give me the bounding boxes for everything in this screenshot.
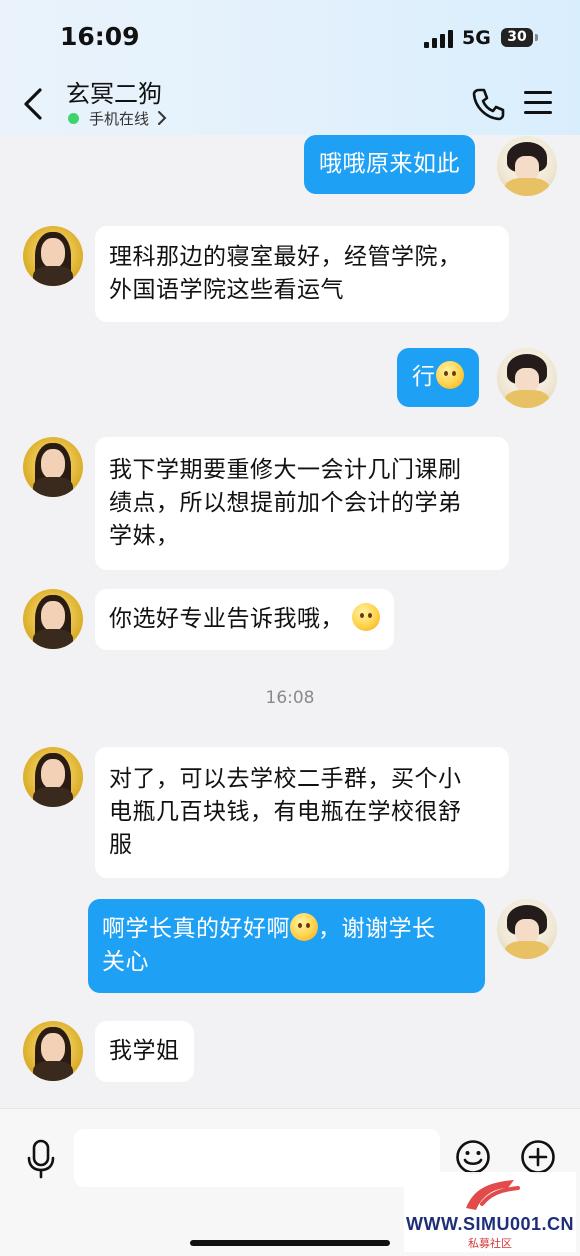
message-bubble-incoming[interactable]: 你选好专业告诉我哦， (95, 589, 394, 650)
message-bubble-outgoing[interactable]: 哦哦原来如此 (304, 135, 475, 194)
watermark-subtitle: 私募社区 (468, 1237, 512, 1250)
back-arrow-icon[interactable] (20, 86, 50, 122)
message-text: 学妹， (109, 523, 180, 549)
message-text: 外国语学院这些看运气 (109, 277, 344, 303)
emoji-icon[interactable] (455, 1139, 491, 1175)
network-type: 5G (462, 27, 491, 49)
contact-avatar[interactable] (23, 589, 83, 649)
starstruck-face-icon (290, 913, 318, 941)
message-text: 行 (412, 364, 436, 390)
watermark-logo (466, 1180, 520, 1210)
message-text: 哦哦原来如此 (319, 151, 460, 177)
message-input[interactable] (74, 1129, 440, 1187)
contact-avatar[interactable] (23, 747, 83, 807)
message-text: 绩点，所以想提前加个会计的学弟 (109, 490, 462, 516)
message-bubble-outgoing[interactable]: 行 (397, 348, 479, 407)
message-text: 理科那边的寝室最好，经管学院， (109, 244, 462, 270)
message-bubble-incoming[interactable]: 我下学期要重修大一会计几门课刷 绩点，所以想提前加个会计的学弟 学妹， (95, 437, 509, 570)
my-avatar[interactable] (497, 348, 557, 408)
plus-circle-icon[interactable] (520, 1139, 556, 1175)
my-avatar[interactable] (497, 136, 557, 196)
message-bubble-incoming[interactable]: 理科那边的寝室最好，经管学院， 外国语学院这些看运气 (95, 226, 509, 322)
contact-avatar[interactable] (23, 1021, 83, 1081)
message-text: 电瓶几百块钱，有电瓶在学校很舒 (109, 799, 462, 825)
message-text: 我学姐 (109, 1038, 180, 1064)
message-text: 对了，可以去学校二手群，买个小 (109, 766, 462, 792)
status-time: 16:09 (60, 22, 140, 51)
laughing-face-icon (435, 361, 464, 389)
message-bubble-incoming[interactable]: 对了，可以去学校二手群，买个小 电瓶几百块钱，有电瓶在学校很舒 服 (95, 747, 509, 878)
menu-icon[interactable] (524, 91, 552, 115)
message-text: 你选好专业告诉我哦， (109, 606, 344, 632)
message-text: 服 (109, 832, 133, 858)
online-status-text[interactable]: 手机在线 (89, 108, 149, 129)
watermark-url: WWW.SIMU001.CN (405, 1214, 574, 1234)
message-bubble-outgoing[interactable]: 啊学长真的好好啊 ，谢谢学长 关心 (88, 899, 485, 993)
contact-name[interactable]: 玄冥二狗 (66, 74, 162, 109)
home-indicator (190, 1240, 390, 1246)
contact-avatar[interactable] (23, 226, 83, 286)
status-bar: 16:09 5G 30 (0, 0, 580, 70)
watermark: WWW.SIMU001.CN 私募社区 (404, 1172, 576, 1252)
phone-call-icon[interactable] (470, 86, 506, 122)
message-bubble-incoming[interactable]: 我学姐 (95, 1021, 194, 1082)
battery-icon: 30 (501, 28, 533, 47)
online-status-dot (68, 113, 79, 124)
chevron-right-icon[interactable] (156, 110, 168, 126)
battery-tip (535, 34, 538, 41)
message-text: 啊学长真的好好啊 (102, 916, 290, 942)
microphone-icon[interactable] (26, 1139, 56, 1179)
message-text: ，谢谢学长 (318, 916, 436, 942)
my-avatar[interactable] (497, 899, 557, 959)
chat-header: 玄冥二狗 手机在线 (0, 70, 580, 135)
signal-icon (424, 30, 454, 48)
message-text: 关心 (102, 949, 149, 975)
message-text: 我下学期要重修大一会计几门课刷 (109, 457, 462, 483)
hugging-face-icon (352, 603, 380, 631)
contact-avatar[interactable] (23, 437, 83, 497)
message-timestamp: 16:08 (265, 688, 315, 708)
